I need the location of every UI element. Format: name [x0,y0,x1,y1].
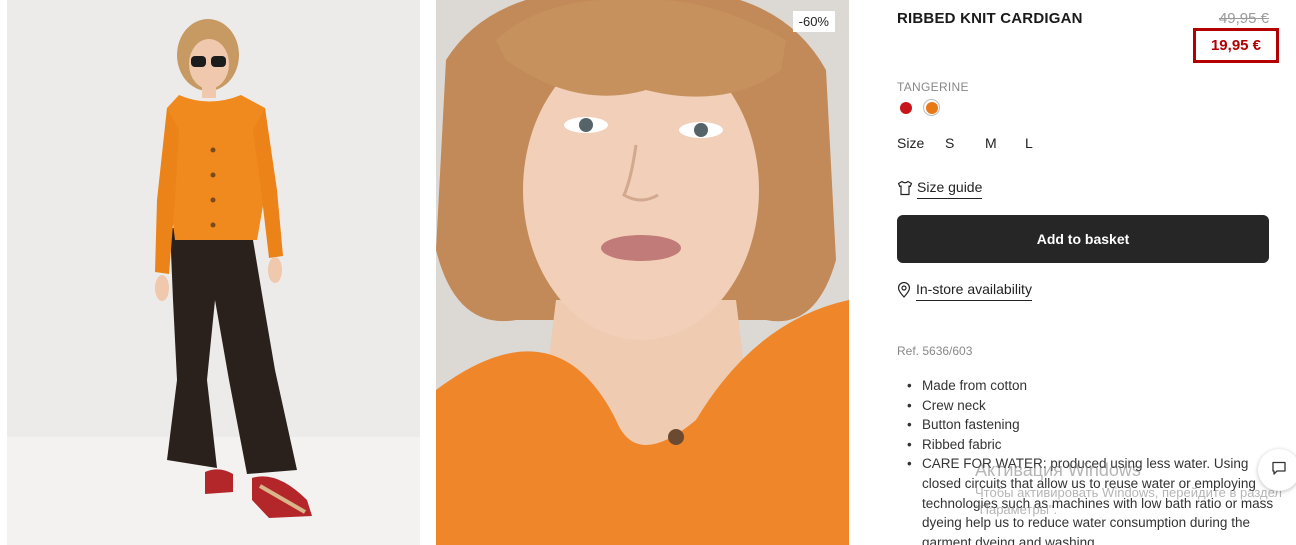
list-item: Button fastening [907,415,1277,435]
location-pin-icon [897,281,911,301]
size-guide-label: Size guide [917,179,983,199]
product-title: RIBBED KNIT CARDIGAN [897,10,1083,27]
model-illustration [155,19,312,518]
size-option-l[interactable]: L [1025,135,1065,151]
list-item: Made from cotton [907,376,1277,396]
product-reference: Ref. 5636/603 [897,344,973,358]
size-guide-link[interactable]: Size guide [897,179,983,199]
size-option-m[interactable]: M [985,135,1025,151]
discount-badge: -60% [792,11,835,32]
product-page: -60% RIBBED KNIT CARDIGAN 49,95 € 19,95 … [0,0,1296,545]
in-store-availability-label: In-store availability [916,281,1032,301]
color-swatches [897,99,940,116]
list-item: CARE FOR WATER: produced using less wate… [907,454,1277,545]
size-selector: Size S M L [897,135,1065,151]
sale-price: 19,95 € [1193,28,1279,63]
add-to-basket-button[interactable]: Add to basket [897,215,1269,263]
list-item: Crew neck [907,396,1277,416]
list-item: Ribbed fabric [907,435,1277,455]
portrait-illustration [436,0,849,545]
size-option-s[interactable]: S [945,135,985,151]
selected-color-name: TANGERINE [897,80,969,94]
chat-bubble-icon [1271,460,1287,481]
swatch-red[interactable] [897,99,914,116]
product-photo-closeup[interactable]: -60% [436,0,849,545]
swatch-tangerine[interactable] [923,99,940,116]
size-label: Size [897,135,925,151]
feature-list: Made from cotton Crew neck Button fasten… [907,376,1277,545]
chat-button[interactable] [1258,449,1296,491]
product-details: RIBBED KNIT CARDIGAN 49,95 € 19,95 € TAN… [897,0,1279,545]
original-price: 49,95 € [1218,10,1269,27]
in-store-availability-link[interactable]: In-store availability [897,281,1032,301]
product-photo-full-body[interactable] [7,0,420,545]
tshirt-icon [897,180,913,199]
